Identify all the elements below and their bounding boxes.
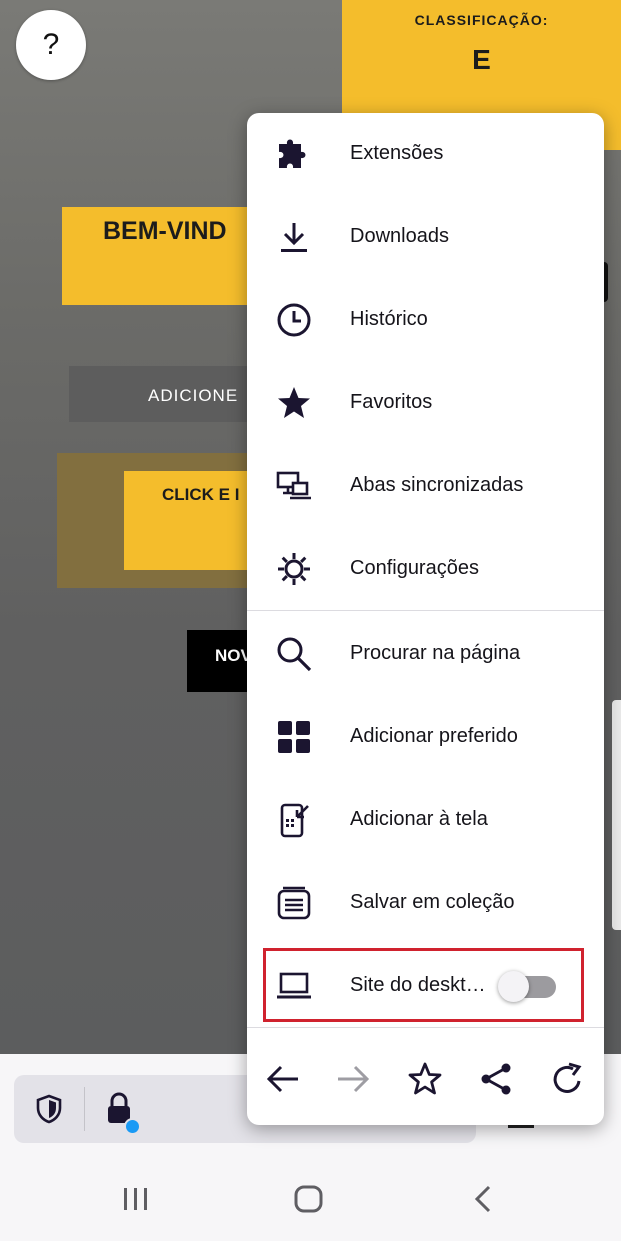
add-to-homescreen-icon bbox=[275, 801, 313, 839]
menu-item-settings[interactable]: Configurações bbox=[247, 528, 604, 611]
help-label: ? bbox=[42, 28, 60, 61]
menu-item-bookmarks[interactable]: Favoritos bbox=[247, 362, 604, 445]
menu-item-label: Abas sincronizadas bbox=[350, 474, 524, 496]
highlight-box bbox=[263, 948, 584, 1022]
menu-item-extensions[interactable]: Extensões bbox=[247, 113, 604, 196]
star-outline-icon[interactable] bbox=[405, 1059, 445, 1099]
share-icon[interactable] bbox=[476, 1059, 516, 1099]
menu-item-label: Histórico bbox=[350, 308, 428, 330]
menu-item-label: Adicionar preferido bbox=[350, 725, 518, 747]
menu-item-find-in-page[interactable]: Procurar na página bbox=[247, 613, 604, 696]
synced-tabs-icon bbox=[275, 467, 313, 505]
help-button[interactable]: ? bbox=[16, 10, 86, 80]
home-icon[interactable] bbox=[293, 1184, 325, 1219]
menu-divider bbox=[247, 1027, 604, 1028]
scrollbar[interactable] bbox=[612, 700, 621, 930]
recent-apps-icon[interactable] bbox=[121, 1184, 151, 1219]
back-arrow-icon[interactable] bbox=[263, 1059, 303, 1099]
menu-item-label: Salvar em coleção bbox=[350, 891, 515, 913]
click-card[interactable]: CLICK E I bbox=[124, 471, 264, 570]
reload-icon[interactable] bbox=[547, 1059, 587, 1099]
collection-icon bbox=[275, 884, 313, 922]
forward-arrow-icon[interactable] bbox=[333, 1059, 373, 1099]
puzzle-icon bbox=[275, 135, 313, 173]
menu-item-label: Extensões bbox=[350, 142, 444, 164]
clock-icon bbox=[275, 301, 313, 339]
download-icon bbox=[275, 218, 313, 256]
menu-item-label: Adicionar à tela bbox=[350, 808, 488, 830]
menu-item-label: Favoritos bbox=[350, 391, 433, 413]
search-icon bbox=[275, 635, 313, 673]
menu-item-label: Downloads bbox=[350, 225, 449, 247]
back-icon[interactable] bbox=[471, 1184, 495, 1219]
menu-item-downloads[interactable]: Downloads bbox=[247, 196, 604, 279]
status-dot bbox=[124, 1118, 141, 1135]
toolbar-mark bbox=[508, 1125, 534, 1128]
toolbar-divider bbox=[84, 1087, 85, 1131]
rating-label: CLASSIFICAÇÃO: bbox=[414, 12, 549, 28]
click-panel: CLICK E I bbox=[57, 453, 264, 588]
gear-icon bbox=[275, 550, 313, 588]
menu-nav-row bbox=[247, 1043, 604, 1113]
menu-item-add-to-homescreen[interactable]: Adicionar à tela bbox=[247, 779, 604, 862]
add-button[interactable]: ADICIONE bbox=[69, 366, 259, 422]
menu-item-label: Configurações bbox=[350, 557, 479, 579]
menu-item-save-to-collection[interactable]: Salvar em coleção bbox=[247, 862, 604, 945]
menu-item-history[interactable]: Histórico bbox=[247, 279, 604, 362]
menu-item-label: Procurar na página bbox=[350, 642, 521, 664]
menu-item-add-top-site[interactable]: Adicionar preferido bbox=[247, 696, 604, 779]
menu-divider bbox=[247, 610, 604, 611]
shield-icon[interactable] bbox=[34, 1093, 64, 1130]
menu-item-synced-tabs[interactable]: Abas sincronizadas bbox=[247, 445, 604, 528]
system-navbar bbox=[0, 1154, 621, 1241]
grid-icon bbox=[275, 718, 313, 756]
rating-value: E bbox=[472, 44, 491, 75]
star-icon bbox=[275, 384, 313, 422]
welcome-banner: BEM-VIND bbox=[62, 207, 262, 305]
